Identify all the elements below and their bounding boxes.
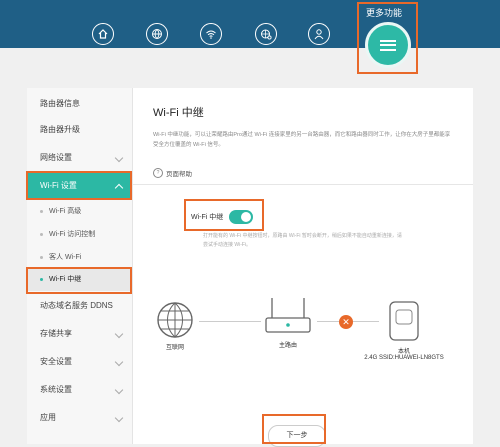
ssid-label: 2.4G SSID:HUAWEI-LN8GTS	[364, 355, 444, 361]
sidebar-subitem-wifi-access-control[interactable]: Wi-Fi 访问控制	[27, 224, 132, 246]
sidebar-item-apps[interactable]: 应用	[27, 405, 132, 431]
bullet-dot	[40, 210, 43, 213]
divider	[133, 184, 473, 185]
globe-icon[interactable]	[146, 23, 168, 45]
this-device-label: 本机	[397, 349, 410, 355]
sidebar-subitem-label: Wi-Fi 高级	[49, 208, 82, 215]
page-description: Wi-Fi 中继功能，可以让荣耀路由Pro通过 Wi-Fi 连接家里的另一台路由…	[153, 132, 451, 148]
chevron-down-icon	[114, 153, 124, 163]
home-icon[interactable]	[92, 23, 114, 45]
internet-label: 互联网	[165, 345, 184, 351]
sidebar-item-router-info[interactable]: 路由器信息	[27, 91, 132, 117]
main-router-label: 主路由	[278, 343, 297, 349]
highlight-toggle	[184, 199, 264, 231]
help-label: 页面帮助	[166, 171, 192, 178]
chevron-down-icon	[114, 385, 124, 395]
sidebar-item-router-upgrade[interactable]: 路由器升级	[27, 117, 132, 143]
highlight-wifi-settings	[26, 171, 132, 200]
sidebar-item-label: 路由器信息	[40, 99, 80, 108]
user-icon[interactable]	[308, 23, 330, 45]
sidebar-subitem-wifi-advanced[interactable]: Wi-Fi 高级	[27, 201, 132, 223]
page-help-link[interactable]: ? 页面帮助	[153, 168, 192, 178]
page-title: Wi-Fi 中继	[153, 107, 204, 119]
sidebar: 路由器信息 路由器升级 网络设置 Wi-Fi 设置 Wi-Fi 高级 Wi-Fi…	[27, 88, 133, 444]
chevron-down-icon	[114, 329, 124, 339]
main-router-device: 主路由	[261, 294, 315, 349]
wifi-icon[interactable]	[200, 23, 222, 45]
sidebar-subitem-label: 客人 Wi-Fi	[49, 254, 82, 261]
main-panel: Wi-Fi 中继 Wi-Fi 中继功能，可以让荣耀路由Pro通过 Wi-Fi 连…	[133, 88, 473, 447]
sidebar-item-label: 动态域名服务 DDNS	[40, 301, 113, 310]
router-icon	[265, 298, 311, 333]
settings-globe-icon[interactable]	[255, 23, 277, 45]
globe-icon	[157, 302, 193, 338]
sidebar-item-security[interactable]: 安全设置	[27, 349, 132, 375]
sidebar-item-system[interactable]: 系统设置	[27, 377, 132, 403]
sidebar-item-label: 路由器升级	[40, 125, 80, 134]
this-device: 本机 2.4G SSID:HUAWEI-LN8GTS	[359, 300, 449, 361]
connector-line	[199, 321, 261, 322]
sidebar-item-label: 系统设置	[40, 385, 72, 394]
sidebar-item-ddns[interactable]: 动态域名服务 DDNS	[27, 293, 132, 319]
highlight-next-button	[262, 414, 326, 444]
sidebar-item-label: 存储共享	[40, 329, 72, 338]
disconnected-icon: ✕	[339, 315, 353, 329]
sidebar-subitem-label: Wi-Fi 访问控制	[49, 231, 96, 238]
internet-device: 互联网	[153, 300, 197, 351]
chevron-down-icon	[114, 357, 124, 367]
router-pro-icon	[389, 301, 419, 341]
bullet-dot	[40, 256, 43, 259]
highlight-wifi-relay	[26, 267, 132, 294]
help-icon: ?	[153, 168, 163, 178]
sidebar-subitem-guest-wifi[interactable]: 客人 Wi-Fi	[27, 247, 132, 269]
highlight-more-functions	[357, 2, 418, 74]
sidebar-item-label: 安全设置	[40, 357, 72, 366]
sidebar-item-network[interactable]: 网络设置	[27, 145, 132, 171]
bullet-dot	[40, 233, 43, 236]
sidebar-item-storage-share[interactable]: 存储共享	[27, 321, 132, 347]
sidebar-item-label: 网络设置	[40, 153, 72, 162]
sidebar-item-label: 应用	[40, 413, 56, 422]
top-nav-bar: 更多功能	[0, 0, 500, 48]
toggle-hint: 打开能有的 Wi-Fi 中继按钮时，原路由 Wi-Fi 暂时会断开，稍后如果不能…	[203, 233, 402, 248]
chevron-down-icon	[114, 413, 124, 423]
